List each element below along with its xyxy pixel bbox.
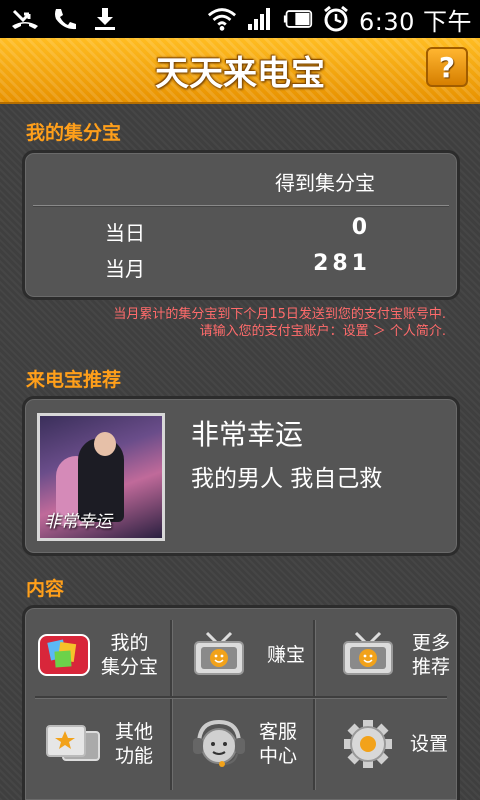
content-section-label: 内容 bbox=[26, 578, 65, 600]
headset-icon bbox=[189, 718, 249, 770]
status-bar: 6:30 下午 bbox=[0, 0, 480, 38]
recommend-title: 非常幸运 bbox=[191, 418, 304, 451]
movie-poster[interactable]: 非常幸运 bbox=[37, 413, 165, 541]
menu-more-recommendations[interactable]: 更多 推荐 bbox=[320, 616, 450, 694]
points-notice-line2: 请输入您的支付宝账户：设置 ＞ 个人简介. bbox=[199, 324, 446, 339]
points-divider bbox=[33, 205, 449, 207]
points-section-label: 我的集分宝 bbox=[26, 122, 122, 144]
status-time: 6:30 下午 bbox=[358, 7, 472, 36]
app-header: 天天来电宝 ? bbox=[0, 38, 480, 104]
poster-face bbox=[94, 432, 116, 456]
points-row-label-month: 当月 bbox=[105, 257, 145, 281]
recommend-subtitle: 我的男人 我自己救 bbox=[191, 466, 383, 492]
alarm-icon bbox=[321, 5, 351, 32]
signal-icon bbox=[245, 6, 275, 32]
wifi-icon bbox=[207, 6, 237, 32]
star-cards-icon bbox=[43, 718, 103, 770]
missed-call-icon bbox=[10, 6, 40, 32]
battery-icon bbox=[283, 6, 313, 32]
menu-my-points[interactable]: 我的 集分宝 bbox=[35, 616, 170, 694]
menu-label: 其他 功能 bbox=[115, 721, 154, 767]
recommend-section-label: 来电宝推荐 bbox=[26, 369, 122, 391]
gear-icon bbox=[338, 718, 398, 770]
tv-icon bbox=[338, 629, 398, 681]
menu-label: 设置 bbox=[410, 733, 449, 755]
grid-divider bbox=[170, 620, 173, 790]
download-icon bbox=[90, 6, 120, 32]
menu-earn[interactable]: 赚宝 bbox=[177, 616, 311, 694]
recommend-card[interactable]: 非常幸运 非常幸运 我的男人 我自己救 bbox=[22, 396, 460, 556]
help-button[interactable]: ? bbox=[426, 47, 468, 87]
menu-customer-service[interactable]: 客服 中心 bbox=[177, 704, 311, 784]
points-panel: 得到集分宝 当日 0 当月 281 bbox=[22, 150, 460, 300]
phone-icon bbox=[50, 6, 80, 32]
menu-label: 更多 推荐 bbox=[412, 632, 451, 678]
points-icon bbox=[35, 629, 95, 681]
poster-title: 非常幸运 bbox=[44, 512, 112, 532]
points-column-header: 得到集分宝 bbox=[275, 171, 375, 195]
tv-icon bbox=[189, 629, 249, 681]
grid-divider bbox=[313, 620, 316, 790]
content-grid: 我的 集分宝 赚宝 更多 推荐 其他 功能 客服 中心 设置 bbox=[22, 605, 460, 800]
points-notice-line1: 当月累计的集分宝到下个月15日发送到您的支付宝账号中. bbox=[113, 307, 446, 322]
menu-label: 客服 中心 bbox=[259, 721, 298, 767]
menu-settings[interactable]: 设置 bbox=[320, 704, 450, 784]
points-row-value-month: 281 bbox=[313, 251, 371, 276]
points-row-label-today: 当日 bbox=[105, 221, 145, 245]
menu-label: 赚宝 bbox=[267, 644, 306, 666]
grid-divider bbox=[35, 696, 447, 699]
menu-label: 我的 集分宝 bbox=[101, 632, 159, 678]
menu-other-functions[interactable]: 其他 功能 bbox=[35, 704, 170, 784]
points-row-value-today: 0 bbox=[351, 215, 371, 240]
app-title: 天天来电宝 bbox=[155, 54, 325, 94]
